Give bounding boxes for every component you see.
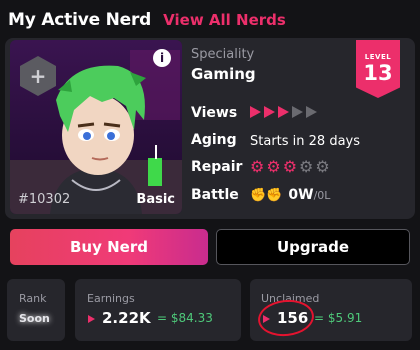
aging-label: Aging (191, 132, 237, 148)
earnings-usd: = $84.33 (157, 311, 213, 325)
earnings-label: Earnings (87, 292, 135, 305)
battle-record: ✊✊ 0W/0L (250, 187, 330, 203)
plus-icon: + (29, 64, 47, 88)
active-nerd-card: + i #10302 Basic Speciality Gaming LEVEL… (5, 38, 415, 219)
nerd-portrait[interactable]: + i #10302 Basic (10, 40, 182, 214)
level-label: LEVEL (364, 53, 392, 61)
earnings-value: 2.22K (102, 309, 151, 327)
specialty-label: Speciality (191, 47, 255, 62)
gear-icon: ⚙ (282, 157, 298, 176)
info-icon[interactable]: i (153, 49, 171, 67)
gear-icon: ⚙ (250, 157, 265, 176)
specialty-value: Gaming (191, 65, 256, 83)
header: My Active Nerd View All Nerds (8, 8, 286, 32)
buy-nerd-button[interactable]: Buy Nerd (10, 229, 208, 265)
battle-losses: /0L (313, 189, 331, 202)
aging-value: Starts in 28 days (250, 134, 361, 149)
level-number: 13 (363, 61, 393, 85)
rank-stat: Rank Soon (7, 279, 65, 341)
section-title: My Active Nerd (8, 10, 152, 30)
battle-wins: 0W (288, 187, 314, 203)
views-rating (250, 106, 320, 122)
earnings-stat: Earnings 2.22K = $84.33 (75, 279, 241, 341)
gear-icon: ⚙ (315, 157, 330, 176)
upgrade-button[interactable]: Upgrade (216, 229, 410, 265)
gear-icon: ⚙ (266, 157, 281, 176)
view-triangle-icon (250, 106, 261, 118)
view-triangle-icon (264, 106, 275, 118)
level-badge: LEVEL 13 (356, 40, 400, 98)
views-label: Views (191, 105, 238, 121)
unclaimed-usd: = $5.91 (314, 311, 363, 325)
rank-value: Soon (19, 312, 50, 325)
view-triangle-icon (278, 106, 289, 118)
boxing-gloves-icon: ✊✊ (250, 188, 283, 203)
view-all-nerds-link[interactable]: View All Nerds (163, 11, 286, 29)
play-icon (88, 315, 95, 323)
view-triangle-icon (292, 106, 303, 118)
nerd-tier: Basic (136, 192, 175, 207)
gear-icon: ⚙ (299, 157, 314, 176)
repair-rating: ⚙ ⚙ ⚙ ⚙ ⚙ (250, 159, 332, 176)
rank-label: Rank (19, 292, 47, 305)
view-triangle-icon (306, 106, 317, 118)
nerd-id: #10302 (18, 192, 71, 207)
battle-label: Battle (191, 187, 239, 203)
repair-label: Repair (191, 159, 243, 175)
